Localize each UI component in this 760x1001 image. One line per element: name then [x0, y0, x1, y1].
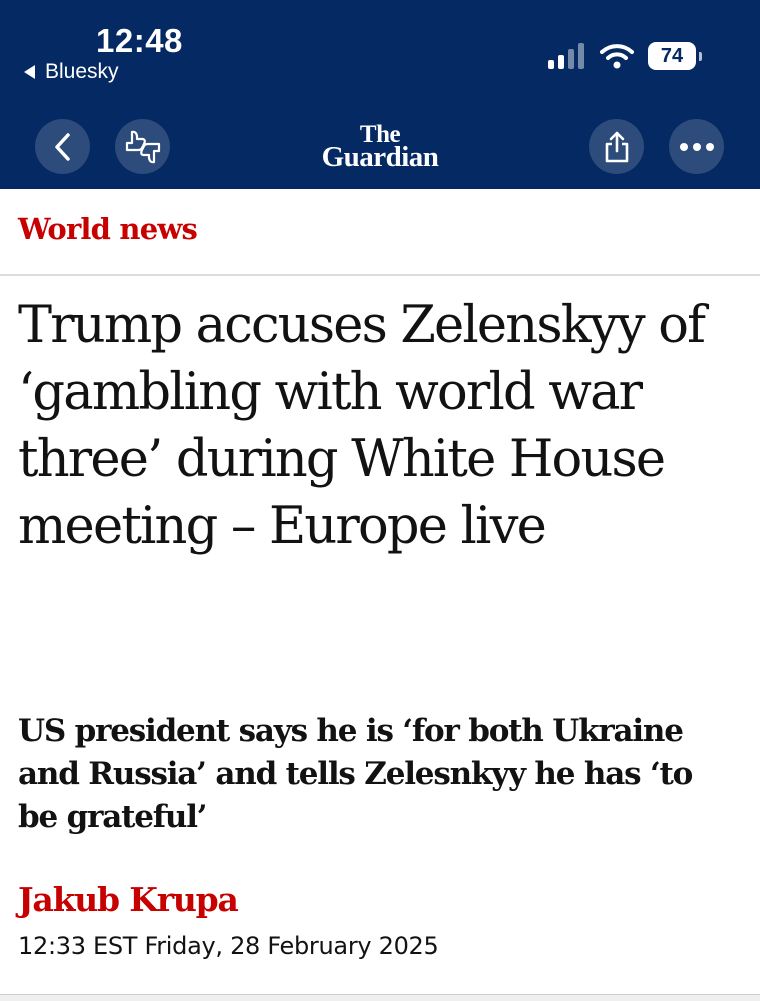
- guardian-logo: The Guardian: [0, 122, 760, 174]
- status-icons: 74: [548, 42, 702, 70]
- status-time: 12:48: [96, 22, 183, 59]
- section-divider: [0, 274, 760, 276]
- wifi-icon: [600, 44, 634, 69]
- battery-tip: [699, 52, 702, 61]
- more-icon: [679, 142, 714, 151]
- more-options-button[interactable]: [669, 119, 724, 174]
- cellular-signal-icon: [548, 43, 584, 69]
- article-dateline: 12:33 EST Friday, 28 February 2025: [18, 932, 439, 960]
- article-standfirst: US president says he is ‘for both Ukrain…: [18, 713, 693, 835]
- share-button[interactable]: [589, 119, 644, 174]
- battery-level: 74: [660, 44, 684, 67]
- back-triangle-icon: [24, 65, 35, 79]
- battery-indicator: 74: [648, 42, 702, 70]
- back-app-label: Bluesky: [45, 60, 119, 83]
- article-headline: Trump accuses Zelenskyy of ‘gambling wit…: [18, 296, 706, 556]
- back-to-app-link[interactable]: Bluesky: [24, 60, 119, 84]
- author-byline-link[interactable]: Jakub Krupa: [18, 880, 239, 919]
- logo-line-guardian: Guardian: [321, 141, 439, 174]
- share-icon: [605, 131, 628, 162]
- app-header: 12:48 Bluesky 74 The Guardian: [0, 0, 760, 189]
- section-link-world-news[interactable]: World news: [18, 212, 198, 246]
